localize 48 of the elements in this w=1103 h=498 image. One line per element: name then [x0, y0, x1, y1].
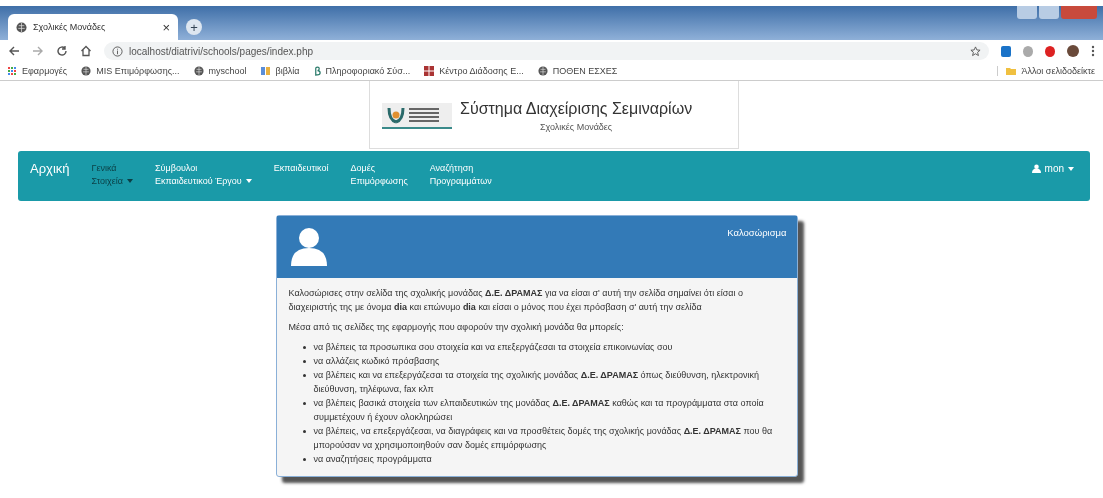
book-icon	[260, 66, 271, 76]
list-item-text: να αναζητήσεις προγράμματα	[313, 453, 432, 466]
bullet-icon	[302, 346, 306, 349]
globe-icon	[16, 21, 27, 33]
bookmark-link[interactable]: MIS Επιμόρφωσης...	[81, 66, 180, 76]
bullet-icon	[302, 402, 306, 405]
close-tab-button[interactable]: ×	[162, 19, 170, 35]
user-avatar-icon	[288, 226, 329, 266]
bookmark-link[interactable]: myschool	[193, 66, 247, 76]
site-subtitle: Σχολικές Μονάδες	[538, 121, 614, 132]
folder-icon	[1006, 66, 1017, 76]
globe-icon	[193, 66, 204, 76]
lead-paragraph: Μέσα από τις σελίδες της εφαρμογής που αφορούν την σχολική μονάδα θα μπορείς:	[288, 321, 625, 334]
extension-icon[interactable]	[1001, 45, 1011, 57]
list-item-text: να βλέπεις τα προσωπικα σου στοιχεία και να επεξεργάζεσαι τα στοιχεία επικοινωνίας σου	[313, 341, 673, 354]
browser-tab[interactable]: Σχολικές Μονάδες ×	[8, 14, 178, 40]
bullet-icon	[302, 458, 306, 461]
new-tab-button[interactable]: +	[186, 19, 202, 35]
bookmark-link[interactable]: βιβλία	[260, 66, 300, 76]
menu-icon[interactable]	[1091, 45, 1095, 57]
site-title: Σύστημα Διαχείρισης Σεμιναρίων	[460, 99, 693, 118]
address-bar[interactable]: localhost/diatrivi/schools/pages/index.php	[104, 42, 989, 60]
bookmark-link[interactable]: Κέντρο Διάδοσης Ε...	[424, 66, 524, 76]
bookmark-link[interactable]: Πληροφοριακό Σύσ...	[313, 66, 411, 76]
home-icon[interactable]	[80, 45, 92, 57]
tab-title: Σχολικές Μονάδες	[33, 22, 107, 32]
bookmark-link[interactable]: Εφαρμογές	[8, 66, 68, 76]
other-bookmarks-link[interactable]: Άλλοι σελιδοδείκτε	[997, 66, 1095, 76]
globe-icon	[537, 66, 548, 76]
welcome-paragraph: Καλοσώρισες στην σελίδα της σχολικής μονάδας Δ.Ε. ΔΡΑΜΑΣ για να είσαι σ' αυτή την σελίδα σημαίνει ότι είσαι ο διαχειριστής της με όνομα dia και επώνυμο dia και είσαι ο μόνος που έχει πρόσβαση σ' αυτή την σελίδα	[288, 287, 745, 314]
beta-icon	[313, 66, 321, 76]
bookmark-link[interactable]: ΠΟΘΕΝ ΕΣΧΕΣ	[537, 66, 618, 76]
apps-grid-icon	[8, 66, 17, 76]
logo-drawing	[382, 102, 452, 129]
adblock-icon[interactable]	[1045, 45, 1055, 57]
info-icon	[112, 45, 123, 57]
star-icon[interactable]	[970, 45, 981, 57]
user-icon	[1031, 164, 1041, 173]
bullet-icon	[302, 374, 306, 377]
bullet-icon	[302, 430, 306, 433]
reload-icon[interactable]	[56, 45, 68, 57]
profile-avatar[interactable]	[1067, 45, 1079, 57]
globe-icon	[81, 66, 92, 76]
tiles-icon	[424, 66, 435, 76]
back-icon[interactable]	[8, 45, 20, 57]
panel-title: Καλοσώρισμα	[727, 227, 787, 238]
bullet-icon	[302, 360, 306, 363]
list-item-text: να αλλάζεις κωδικό πρόσβασης	[313, 355, 440, 368]
